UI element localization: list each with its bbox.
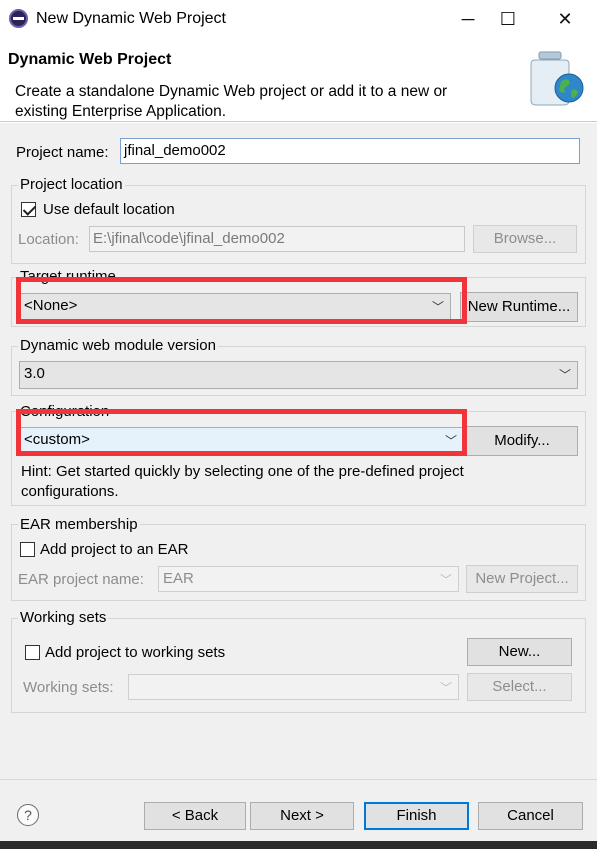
minimize-button[interactable]: ─ (448, 4, 488, 34)
annotation-highlight-configuration (16, 409, 467, 456)
title-bar: New Dynamic Web Project ─ ☐ ✕ (0, 0, 597, 38)
module-version-select[interactable]: 3.0 ﹀ (19, 361, 578, 389)
use-default-location-label: Use default location (43, 201, 175, 218)
ear-project-name-value: EAR (163, 570, 194, 587)
chevron-down-icon: ﹀ (439, 573, 452, 587)
chevron-down-icon: ﹀ (439, 681, 452, 695)
wizard-header: Dynamic Web Project Create a standalone … (0, 38, 597, 122)
new-project-button[interactable]: New Project... (466, 565, 578, 593)
wizard-title: Dynamic Web Project (8, 51, 172, 68)
module-version-title: Dynamic web module version (18, 337, 218, 354)
ear-membership-title: EAR membership (18, 516, 140, 533)
add-to-working-sets-checkbox[interactable] (25, 645, 40, 660)
project-name-input[interactable]: jfinal_demo002 (120, 138, 580, 164)
help-icon[interactable]: ? (17, 804, 39, 826)
working-sets-select[interactable]: ﹀ (128, 674, 459, 700)
modify-button[interactable]: Modify... (466, 426, 578, 456)
use-default-location-checkbox[interactable] (21, 202, 36, 217)
add-to-ear-checkbox[interactable] (20, 542, 35, 557)
select-working-sets-button[interactable]: Select... (467, 673, 572, 701)
project-name-label: Project name: (16, 144, 109, 161)
window-title: New Dynamic Web Project (36, 10, 226, 27)
back-button[interactable]: < Back (144, 802, 246, 830)
project-location-title: Project location (18, 176, 125, 193)
eclipse-app-icon (9, 9, 28, 28)
wizard-description: Create a standalone Dynamic Web project … (15, 83, 448, 120)
finish-button[interactable]: Finish (364, 802, 469, 830)
cancel-button[interactable]: Cancel (478, 802, 583, 830)
next-button[interactable]: Next > (250, 802, 354, 830)
maximize-button[interactable]: ☐ (488, 4, 528, 34)
working-sets-title: Working sets (18, 609, 109, 626)
taskbar-edge (0, 841, 597, 849)
configuration-hint: Hint: Get started quickly by selecting o… (21, 463, 464, 500)
add-to-working-sets-label: Add project to working sets (45, 644, 226, 661)
wizard-footer: ? < Back Next > Finish Cancel (0, 779, 597, 841)
module-version-value: 3.0 (24, 365, 45, 382)
new-runtime-button[interactable]: New Runtime... (460, 292, 578, 322)
ear-project-name-label: EAR project name: (18, 571, 144, 588)
ear-project-name-select[interactable]: EAR ﹀ (158, 566, 459, 592)
location-input[interactable]: E:\jfinal\code\jfinal_demo002 (89, 226, 465, 252)
close-button[interactable]: ✕ (545, 4, 585, 34)
web-project-jar-globe-icon (530, 51, 584, 106)
browse-button[interactable]: Browse... (473, 225, 577, 253)
new-working-set-button[interactable]: New... (467, 638, 572, 666)
chevron-down-icon: ﹀ (558, 368, 571, 382)
annotation-highlight-target-runtime (16, 277, 467, 324)
working-sets-label: Working sets: (23, 679, 114, 696)
location-label: Location: (18, 231, 79, 248)
add-to-ear-label: Add project to an EAR (40, 541, 189, 558)
